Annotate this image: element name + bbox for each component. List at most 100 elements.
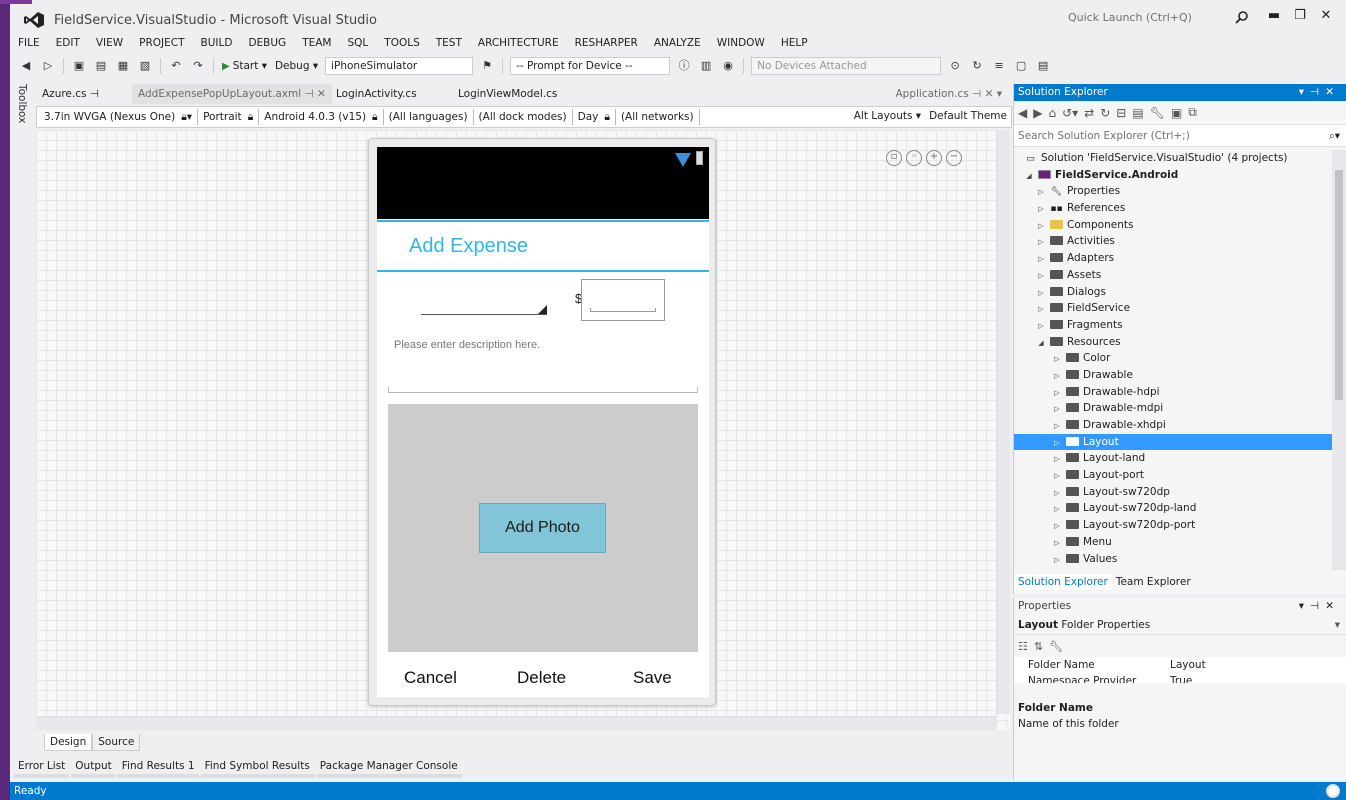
tree-item-fragments[interactable]: ▷ Fragments bbox=[1014, 317, 1332, 334]
attach-icon[interactable]: ⚑ bbox=[479, 59, 495, 73]
forward-icon[interactable]: ▶ bbox=[1033, 106, 1042, 120]
start-button[interactable]: ▶ Start ▾ bbox=[218, 60, 271, 72]
tab-solution-explorer[interactable]: Solution Explorer bbox=[1014, 574, 1112, 590]
restore-button[interactable]: ❐ bbox=[1290, 8, 1310, 26]
collapsed-icon[interactable]: ▷ bbox=[1036, 285, 1046, 302]
toolbar-misc-icon[interactable]: ▢ bbox=[1013, 59, 1029, 73]
menu-tools[interactable]: TOOLS bbox=[376, 34, 427, 52]
refresh-icon[interactable]: ⊙ bbox=[947, 59, 963, 73]
menu-sql[interactable]: SQL bbox=[340, 34, 377, 52]
menu-file[interactable]: FILE bbox=[10, 34, 48, 52]
tree-item-layout-sw720dp-port[interactable]: ▷ Layout-sw720dp-port bbox=[1014, 517, 1332, 534]
tree-item-properties[interactable]: ▷ 🔧︎ Properties bbox=[1014, 183, 1332, 200]
tree-project[interactable]: ◢ FieldService.Android bbox=[1014, 167, 1332, 184]
tab-azure-cs[interactable]: Azure.cs ⊣ bbox=[36, 84, 105, 104]
collapsed-icon[interactable]: ▷ bbox=[1052, 552, 1062, 569]
home-icon[interactable]: ⌂ bbox=[1048, 106, 1056, 120]
property-value[interactable]: True bbox=[1170, 673, 1192, 683]
preview-icon[interactable]: ▣ bbox=[1171, 106, 1182, 120]
collapsed-icon[interactable]: ▷ bbox=[1036, 201, 1046, 218]
tab-source[interactable]: Source bbox=[92, 734, 141, 751]
device-manager-icon[interactable]: ▥ bbox=[698, 59, 714, 73]
collapsed-icon[interactable]: ▷ bbox=[1036, 268, 1046, 285]
toolbar-misc-icon[interactable]: ▤ bbox=[1035, 59, 1051, 73]
collapsed-icon[interactable]: ▷ bbox=[1052, 451, 1062, 468]
collapsed-icon[interactable]: ▷ bbox=[1036, 301, 1046, 318]
open-file-icon[interactable]: ▤ bbox=[93, 59, 109, 73]
info-icon[interactable]: ⓘ bbox=[676, 59, 692, 73]
toolbox-tab[interactable]: Toolbox bbox=[16, 84, 28, 123]
property-row[interactable]: Folder Name Layout bbox=[1014, 657, 1346, 673]
close-icon[interactable]: ✕ bbox=[317, 88, 326, 100]
chevron-down-icon[interactable]: ▾ bbox=[997, 88, 1002, 100]
tab-loginviewmodel-cs[interactable]: LoginViewModel.cs bbox=[452, 84, 563, 104]
menu-project[interactable]: PROJECT bbox=[131, 34, 192, 52]
back-icon[interactable]: ◀ bbox=[1018, 106, 1027, 120]
config-dropdown[interactable]: Debug ▾ bbox=[271, 60, 322, 72]
save-button[interactable]: Save bbox=[633, 668, 672, 688]
refresh-icon[interactable]: ↻ bbox=[1100, 106, 1110, 120]
theme-selector[interactable]: Default Theme bbox=[929, 110, 1007, 122]
property-pages-icon[interactable]: 🔧︎ bbox=[1049, 640, 1063, 653]
minimize-button[interactable]: ▬ bbox=[1264, 8, 1284, 26]
tree-item-adapters[interactable]: ▷ Adapters bbox=[1014, 250, 1332, 267]
device-prompt-dropdown[interactable]: -- Prompt for Device -- bbox=[510, 57, 671, 75]
menu-team[interactable]: TEAM bbox=[294, 34, 339, 52]
pin-icon[interactable]: ⊣ bbox=[304, 88, 313, 100]
tree-item-drawable-mdpi[interactable]: ▷ Drawable-mdpi bbox=[1014, 400, 1332, 417]
expanded-icon[interactable]: ◢ bbox=[1036, 335, 1046, 352]
scrollbar-thumb[interactable] bbox=[1335, 170, 1343, 400]
collapsed-icon[interactable]: ▷ bbox=[1052, 368, 1062, 385]
close-icon[interactable]: ✕ bbox=[985, 88, 994, 100]
zoom-out-icon[interactable]: − bbox=[946, 150, 962, 166]
tree-item-fieldservice[interactable]: ▷ FieldService bbox=[1014, 300, 1332, 317]
sync-icon[interactable]: ↻ bbox=[969, 59, 985, 73]
undo-icon[interactable]: ↶ bbox=[168, 59, 184, 73]
expanded-icon[interactable]: ◢ bbox=[1024, 168, 1034, 185]
collapsed-icon[interactable]: ▷ bbox=[1052, 518, 1062, 535]
new-project-icon[interactable]: ▣ bbox=[71, 59, 87, 73]
panel-window-buttons[interactable]: ▾⊣✕ bbox=[1299, 84, 1340, 101]
search-icon[interactable]: ⌕▾ bbox=[1329, 125, 1340, 147]
expense-type-spinner[interactable] bbox=[421, 305, 547, 315]
tab-package-manager-console[interactable]: Package Manager Console bbox=[315, 758, 462, 778]
network-selector[interactable]: (All networks) bbox=[618, 111, 697, 123]
layout-designer-canvas[interactable]: ▫ ◦ + − Add Expense $ Please enter descr… bbox=[36, 130, 1010, 730]
collapsed-icon[interactable]: ▷ bbox=[1052, 535, 1062, 552]
tree-item-menu[interactable]: ▷ Menu bbox=[1014, 534, 1332, 551]
menu-debug[interactable]: DEBUG bbox=[240, 34, 294, 52]
zoom-fit-icon[interactable]: ▫ bbox=[886, 150, 902, 166]
collapsed-icon[interactable]: ▷ bbox=[1036, 234, 1046, 251]
menu-resharper[interactable]: RESHARPER bbox=[567, 34, 646, 52]
lock-icon[interactable]: 🔒︎ bbox=[245, 111, 257, 124]
alt-layouts-dropdown[interactable]: Alt Layouts ▾ bbox=[854, 110, 921, 122]
collapsed-icon[interactable]: ▷ bbox=[1036, 184, 1046, 201]
redo-icon[interactable]: ↷ bbox=[190, 59, 206, 73]
collapsed-icon[interactable]: ▷ bbox=[1036, 318, 1046, 335]
tree-item-references[interactable]: ▷ ▪▪ References bbox=[1014, 200, 1332, 217]
toolbar-misc-icon[interactable]: ≡ bbox=[991, 59, 1007, 73]
collapsed-icon[interactable]: ▷ bbox=[1052, 485, 1062, 502]
collapsed-icon[interactable]: ▷ bbox=[1052, 468, 1062, 485]
menu-view[interactable]: VIEW bbox=[88, 34, 131, 52]
delete-button[interactable]: Delete bbox=[517, 668, 566, 688]
tab-team-explorer[interactable]: Team Explorer bbox=[1112, 574, 1195, 590]
quick-launch-input[interactable]: Quick Launch (Ctrl+Q) bbox=[1060, 11, 1230, 29]
menu-test[interactable]: TEST bbox=[428, 34, 470, 52]
tree-item-drawable[interactable]: ▷ Drawable bbox=[1014, 367, 1332, 384]
search-icon[interactable] bbox=[1235, 10, 1249, 24]
properties-object-selector[interactable]: Layout Folder Properties ▾ bbox=[1014, 615, 1346, 635]
language-selector[interactable]: (All languages) bbox=[386, 111, 471, 123]
lock-icon[interactable]: 🔒︎ bbox=[601, 111, 613, 124]
collapsed-icon[interactable]: ▷ bbox=[1052, 351, 1062, 368]
designer-horizontal-scrollbar[interactable] bbox=[36, 716, 996, 730]
chevron-down-icon[interactable]: ▾ bbox=[1335, 615, 1340, 635]
sync-icon[interactable]: ⇄ bbox=[1084, 106, 1094, 120]
menu-build[interactable]: BUILD bbox=[193, 34, 241, 52]
tab-application-cs[interactable]: Application.cs ⊣ ✕ ▾ bbox=[891, 84, 1006, 104]
tree-item-assets[interactable]: ▷ Assets bbox=[1014, 267, 1332, 284]
orientation-selector[interactable]: Portrait bbox=[200, 111, 245, 123]
zoom-in-icon[interactable]: + bbox=[926, 150, 942, 166]
xamarin-icon[interactable]: ◉ bbox=[720, 59, 736, 73]
day-night-selector[interactable]: Day bbox=[575, 111, 602, 123]
